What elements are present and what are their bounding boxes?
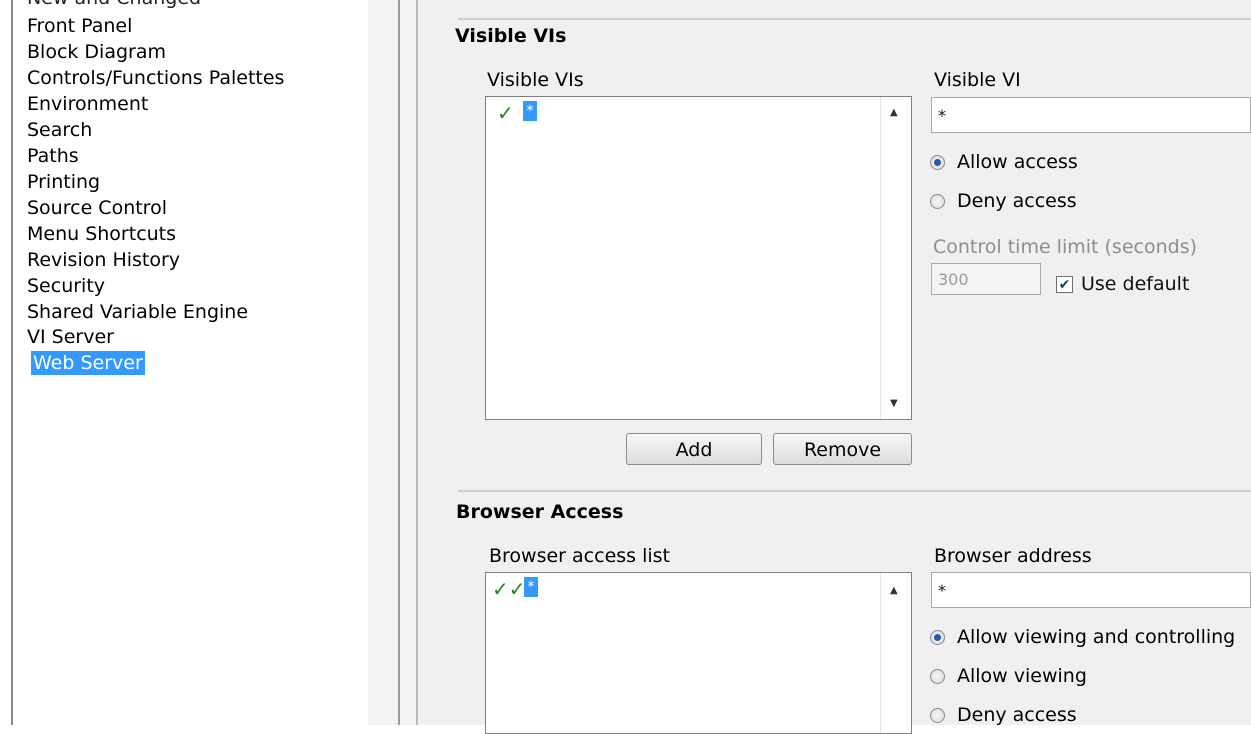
allow-viewing-radio[interactable]: Allow viewing [930, 665, 1087, 687]
browser-address-label: Browser address [934, 545, 1092, 567]
scroll-down-arrow-icon[interactable]: ▼ [890, 398, 898, 409]
scroll-up-arrow-icon[interactable]: ▲ [890, 107, 898, 118]
browser-access-list-label: Browser access list [489, 545, 671, 567]
control-time-limit-label: Control time limit (seconds) [933, 236, 1198, 258]
radio-selected-icon [930, 154, 945, 170]
scroll-up-arrow-icon[interactable]: ▲ [890, 585, 898, 596]
allow-viewing-and-controlling-radio[interactable]: Allow viewing and controlling [930, 626, 1235, 648]
radio-selected-icon [930, 629, 945, 645]
use-default-label: Use default [1081, 273, 1190, 295]
visible-vis-scrollbar[interactable]: ▲ ▼ [880, 97, 911, 419]
visible-vis-list[interactable]: ✓ * ▲ ▼ [485, 96, 912, 420]
category-item-printing[interactable]: Printing [25, 170, 102, 194]
section-divider [458, 18, 1251, 20]
browser-deny-access-radio[interactable]: Deny access [930, 704, 1077, 726]
control-time-limit-input[interactable]: 300 [931, 263, 1041, 295]
double-check-icon: ✓✓ [492, 577, 526, 601]
category-item-search[interactable]: Search [25, 118, 94, 142]
visible-vi-list-item[interactable]: * [523, 101, 537, 121]
radio-unselected-icon [930, 668, 945, 684]
category-item-web-server[interactable]: Web Server [31, 351, 145, 375]
category-item-new-and-changed[interactable]: New and Changed [25, 0, 203, 10]
allow-viewing-label: Allow viewing [957, 665, 1087, 687]
allow-access-label: Allow access [957, 151, 1078, 173]
visible-vis-section-title: Visible VIs [455, 25, 567, 47]
visible-vis-list-label: Visible VIs [487, 69, 584, 91]
splitter-gap [400, 0, 416, 725]
category-item-revision-history[interactable]: Revision History [25, 248, 182, 272]
category-item-menu-shortcuts[interactable]: Menu Shortcuts [25, 222, 178, 246]
browser-access-section-title: Browser Access [456, 501, 624, 523]
check-icon: ✓ [497, 101, 514, 125]
category-item-shared-variable-engine[interactable]: Shared Variable Engine [25, 300, 250, 324]
category-item-environment[interactable]: Environment [25, 92, 150, 116]
category-item-source-control[interactable]: Source Control [25, 196, 169, 220]
visible-vi-field-label: Visible VI [934, 69, 1021, 91]
browser-address-input[interactable]: * [931, 572, 1251, 608]
browser-access-scrollbar[interactable]: ▲ [880, 573, 911, 733]
add-button[interactable]: Add [626, 433, 762, 465]
category-item-security[interactable]: Security [25, 274, 107, 298]
radio-unselected-icon [930, 193, 945, 209]
web-server-settings-panel: Visible VIs Visible VIs ✓ * ▲ ▼ Add Remo… [418, 0, 1251, 734]
radio-unselected-icon [930, 707, 945, 723]
allow-access-radio[interactable]: Allow access [930, 151, 1078, 173]
browser-access-list[interactable]: ✓✓ * ▲ [485, 572, 912, 734]
category-item-front-panel[interactable]: Front Panel [25, 14, 134, 38]
visible-vi-input[interactable]: * [931, 97, 1251, 133]
allow-viewing-and-controlling-label: Allow viewing and controlling [957, 626, 1236, 648]
browser-deny-access-label: Deny access [957, 704, 1077, 726]
section-divider [458, 490, 1251, 492]
category-item-paths[interactable]: Paths [25, 144, 81, 168]
splitter-area [368, 0, 398, 725]
category-item-vi-server[interactable]: VI Server [25, 325, 116, 349]
use-default-checkbox[interactable]: ✔ Use default [1056, 273, 1189, 295]
remove-button[interactable]: Remove [773, 433, 912, 465]
category-list[interactable]: New and Changed Front Panel Block Diagra… [11, 0, 370, 725]
deny-access-label: Deny access [957, 190, 1077, 212]
category-item-controls-functions-palettes[interactable]: Controls/Functions Palettes [25, 66, 286, 90]
category-item-block-diagram[interactable]: Block Diagram [25, 40, 168, 64]
browser-access-list-item[interactable]: * [524, 577, 538, 597]
deny-access-radio[interactable]: Deny access [930, 190, 1077, 212]
checkmark-icon: ✔ [1056, 275, 1073, 293]
